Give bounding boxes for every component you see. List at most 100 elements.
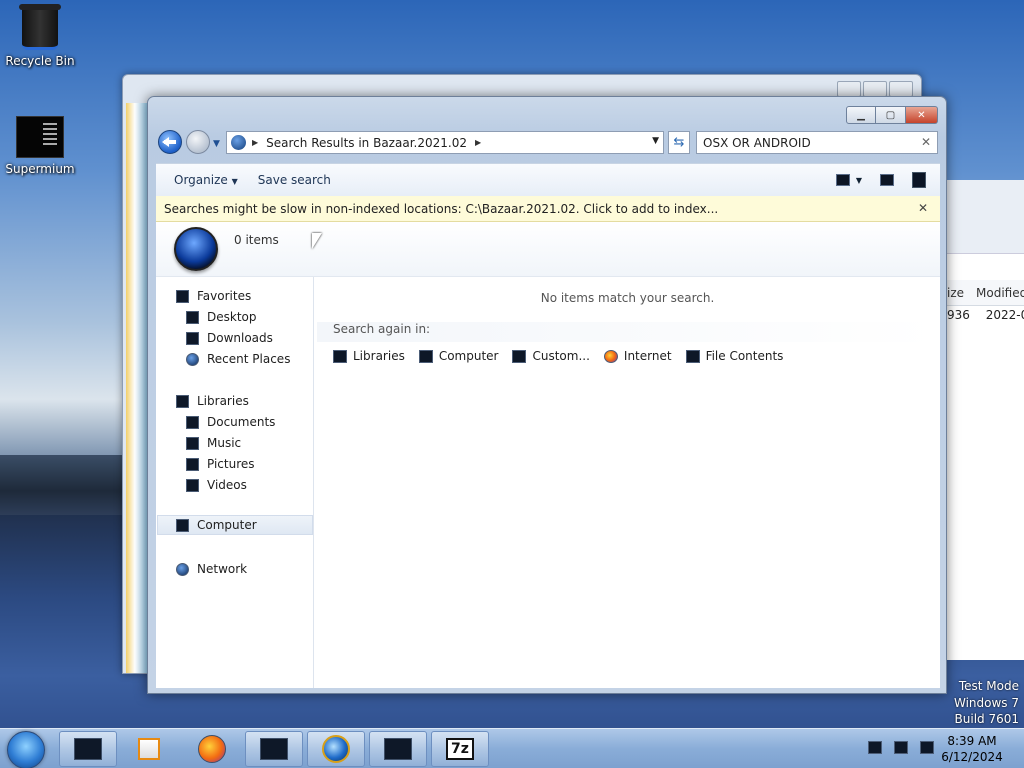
background-file-row[interactable]: 936 2022-03-1 — [945, 308, 1024, 322]
clear-search-icon[interactable]: ✕ — [921, 135, 931, 149]
background-window-sidebar — [126, 103, 148, 673]
nav-label: Favorites — [197, 289, 252, 303]
view-controls: ▼ — [835, 172, 926, 188]
option-label: Custom... — [532, 349, 590, 363]
tray-display-icon[interactable] — [894, 741, 908, 754]
search-again-internet[interactable]: Internet — [603, 349, 672, 363]
taskbar-firefox[interactable] — [183, 731, 241, 767]
pictures-icon — [186, 457, 199, 471]
search-again-file-contents[interactable]: File Contents — [685, 349, 784, 363]
taskbar-explorer[interactable] — [59, 731, 117, 767]
system-tray — [868, 741, 934, 754]
close-button[interactable]: ✕ — [906, 106, 938, 124]
background-column-header[interactable]: ize Modified — [945, 280, 1024, 306]
nav-libraries[interactable]: Libraries — [176, 394, 249, 408]
results-pane: No items match your search. Search again… — [315, 277, 940, 688]
change-view-button[interactable]: ▼ — [835, 174, 862, 186]
network-icon — [176, 562, 189, 576]
firefox-icon — [198, 735, 226, 763]
back-button[interactable] — [158, 130, 182, 154]
maximize-icon[interactable] — [863, 81, 887, 97]
breadcrumb-chevron-icon[interactable]: ▶ — [252, 138, 258, 147]
recent-pages-dropdown-icon[interactable]: ▼ — [213, 139, 220, 149]
nav-label: Pictures — [207, 457, 255, 471]
search-again-libraries[interactable]: Libraries — [333, 349, 405, 363]
downloads-icon — [186, 331, 199, 345]
nav-documents[interactable]: Documents — [186, 415, 275, 429]
desktop-wallpaper-detail — [0, 455, 140, 515]
desktop-icon — [186, 310, 199, 324]
breadcrumb-location[interactable]: Search Results in Bazaar.2021.02 — [266, 136, 467, 150]
tray-notification-icon[interactable] — [868, 741, 882, 754]
clock[interactable]: 8:39 AM 6/12/2024 — [940, 733, 1004, 765]
mouse-cursor-icon — [312, 233, 322, 249]
background-window-controls — [837, 81, 913, 97]
watermark-line: Test Mode — [958, 679, 1019, 693]
refresh-button[interactable]: ⇆ — [668, 131, 690, 154]
address-dropdown-icon[interactable]: ▼ — [652, 136, 659, 146]
nav-label: Music — [207, 436, 242, 450]
index-warning-bar[interactable]: Searches might be slow in non-indexed lo… — [156, 196, 940, 222]
search-again-computer[interactable]: Computer — [418, 349, 499, 363]
minimize-button[interactable]: ▁ — [846, 106, 876, 124]
nav-computer[interactable]: Computer — [157, 515, 313, 535]
preview-pane-icon[interactable] — [880, 174, 894, 186]
search-location-icon — [231, 135, 246, 150]
taskbar-7zip[interactable]: 7z — [431, 731, 489, 767]
no-results-message: No items match your search. — [540, 291, 715, 305]
content-area: 0 items Favorites Desktop Downloads Rece… — [156, 222, 940, 688]
taskbar-internet-explorer[interactable] — [307, 731, 365, 767]
option-label: Internet — [623, 349, 672, 363]
taskbar-monitor-app[interactable] — [369, 731, 427, 767]
close-icon: ✕ — [917, 109, 926, 121]
taskbar: 7z 8:39 AM 6/12/2024 — [0, 728, 1024, 768]
column-modified-header[interactable]: Modified — [976, 286, 1024, 300]
search-summary: 0 items — [156, 222, 940, 277]
navigation-pane: Favorites Desktop Downloads Recent Place… — [156, 277, 314, 688]
desktop-icon-supermium[interactable]: Supermium — [0, 116, 80, 176]
supermium-icon — [16, 116, 64, 158]
minimize-icon: ▁ — [857, 109, 865, 121]
nav-recent-places[interactable]: Recent Places — [186, 352, 290, 366]
organize-button[interactable]: Organize ▼ — [164, 173, 248, 187]
item-count: 0 items — [234, 233, 279, 247]
breadcrumb-chevron-icon[interactable]: ▶ — [475, 138, 481, 147]
minimize-icon[interactable] — [837, 81, 861, 97]
videos-icon — [186, 478, 199, 492]
column-size-header[interactable]: ize — [947, 286, 964, 300]
maximize-button[interactable]: ▢ — [876, 106, 906, 124]
chevron-down-icon: ▼ — [855, 175, 862, 185]
nav-downloads[interactable]: Downloads — [186, 331, 273, 345]
search-input[interactable]: OSX OR ANDROID ✕ — [696, 131, 938, 154]
option-label: File Contents — [705, 349, 784, 363]
option-label: Libraries — [353, 349, 405, 363]
nav-label: Videos — [207, 478, 247, 492]
start-button[interactable] — [7, 731, 45, 768]
taskbar-media-player[interactable] — [120, 731, 178, 767]
nav-videos[interactable]: Videos — [186, 478, 247, 492]
background-window-toolbar — [945, 180, 1024, 254]
tray-volume-icon[interactable] — [920, 741, 934, 754]
nav-network[interactable]: Network — [176, 562, 247, 576]
option-label: Computer — [438, 349, 499, 363]
help-icon[interactable] — [912, 172, 926, 188]
custom-folder-icon — [512, 349, 527, 363]
taskbar-app-window[interactable] — [245, 731, 303, 767]
nav-desktop[interactable]: Desktop — [186, 310, 257, 324]
search-again-custom[interactable]: Custom... — [512, 349, 590, 363]
file-modified-cell: 2022-03-1 — [985, 308, 1024, 322]
dismiss-bar-icon[interactable]: ✕ — [918, 201, 928, 215]
close-icon[interactable] — [889, 81, 913, 97]
nav-label: Downloads — [207, 331, 273, 345]
save-search-button[interactable]: Save search — [248, 173, 341, 187]
nav-pictures[interactable]: Pictures — [186, 457, 255, 471]
search-again-options: Libraries Computer Custom... Internet Fi… — [333, 349, 783, 363]
forward-button[interactable] — [186, 130, 210, 154]
recycle-bin-icon — [19, 4, 61, 50]
nav-music[interactable]: Music — [186, 436, 241, 450]
clock-date: 6/12/2024 — [941, 750, 1003, 764]
desktop-icon-recycle-bin[interactable]: Recycle Bin — [0, 4, 80, 68]
explorer-search-window[interactable]: ▁ ▢ ✕ ▼ ▶ Search Results in Bazaar.2021.… — [147, 96, 947, 694]
address-bar[interactable]: ▶ Search Results in Bazaar.2021.02 ▶ ▼ — [226, 131, 664, 154]
nav-favorites[interactable]: Favorites — [176, 289, 251, 303]
